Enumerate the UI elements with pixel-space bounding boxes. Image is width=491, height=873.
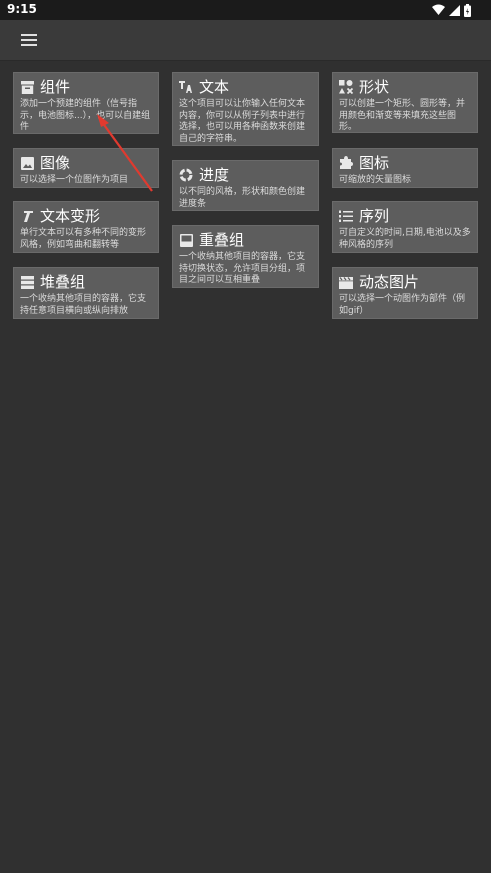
stack-icon	[20, 275, 34, 289]
menu-icon	[21, 34, 37, 36]
progress-icon	[179, 168, 193, 182]
card-desc: 可缩放的矢量图标	[339, 175, 412, 185]
card-progress[interactable]: 进度 以不同的风格，形状和颜色创建进度条	[172, 160, 319, 211]
card-desc: 一个收纳其他项目的容器，它支持任意项目横向或纵向排放	[20, 294, 147, 316]
text-icon	[179, 80, 193, 94]
card-desc: 可以创建一个矩形、圆形等，并用颜色和渐变等来填充这些图形。	[339, 99, 466, 132]
card-title: 文本	[199, 78, 230, 96]
puzzle-icon	[339, 156, 353, 170]
card-title: 动态图片	[359, 273, 420, 291]
status-icons	[432, 3, 471, 17]
menu-icon-bar	[21, 39, 37, 41]
card-desc: 一个收纳其他项目的容器，它支持切换状态，允许项目分组，项目之间可以互相重叠	[179, 252, 306, 285]
card-title: 堆叠组	[40, 273, 86, 291]
status-time: 9:15	[7, 2, 37, 16]
card-text[interactable]: 文本 这个项目可以让你输入任何文本内容，你可以从例子列表中进行选择，也可以用各种…	[172, 72, 319, 146]
status-bar: 9:15	[0, 0, 491, 20]
text-rotate-icon	[20, 209, 34, 223]
card-desc: 可自定义的时间,日期,电池以及多种风格的序列	[339, 228, 471, 250]
card-shape[interactable]: 形状 可以创建一个矩形、圆形等，并用颜色和渐变等来填充这些图形。	[332, 72, 478, 133]
card-title: 进度	[199, 166, 230, 184]
card-desc: 可以选择一个位图作为项目	[20, 175, 129, 185]
card-overlap[interactable]: 重叠组 一个收纳其他项目的容器，它支持切换状态，允许项目分组，项目之间可以互相重…	[172, 225, 319, 288]
image-icon	[20, 156, 34, 170]
card-title: 文本变形	[40, 207, 101, 225]
card-icon[interactable]: 图标 可缩放的矢量图标	[332, 148, 478, 188]
card-widget[interactable]: 组件 添加一个预建的组件（信号指示，电池图标...），也可以自建组件	[13, 72, 159, 134]
app-bar	[0, 20, 491, 61]
list-numbered-icon	[339, 209, 353, 223]
signal-icon	[449, 4, 460, 16]
card-title: 组件	[40, 78, 71, 96]
shapes-icon	[339, 80, 353, 94]
card-title: 图像	[40, 154, 71, 172]
card-stack[interactable]: 堆叠组 一个收纳其他项目的容器，它支持任意项目横向或纵向排放	[13, 267, 159, 319]
card-title: 重叠组	[199, 231, 245, 249]
battery-icon	[464, 3, 471, 17]
card-title: 图标	[359, 154, 390, 172]
card-gif[interactable]: 动态图片 可以选择一个动图作为部件（例如gif）	[332, 267, 478, 319]
menu-button[interactable]	[14, 28, 44, 50]
widget-icon	[20, 80, 34, 94]
card-desc: 添加一个预建的组件（信号指示，电池图标...），也可以自建组件	[20, 99, 151, 132]
card-text-transform[interactable]: 文本变形 单行文本可以有多种不同的变形风格，例如弯曲和翻转等	[13, 201, 159, 253]
card-image[interactable]: 图像 可以选择一个位图作为项目	[13, 148, 159, 188]
card-desc: 单行文本可以有多种不同的变形风格，例如弯曲和翻转等	[20, 228, 147, 250]
menu-icon-bar	[21, 44, 37, 46]
movie-clapper-icon	[339, 275, 353, 289]
wifi-icon	[432, 4, 445, 15]
card-title: 序列	[359, 207, 390, 225]
card-series[interactable]: 序列 可自定义的时间,日期,电池以及多种风格的序列	[332, 201, 478, 253]
card-desc: 以不同的风格，形状和颜色创建进度条	[179, 187, 306, 209]
card-desc: 这个项目可以让你输入任何文本内容，你可以从例子列表中进行选择，也可以用各种函数来…	[179, 99, 306, 144]
inbox-icon	[179, 233, 193, 247]
card-desc: 可以选择一个动图作为部件（例如gif）	[339, 294, 466, 316]
card-title: 形状	[359, 78, 390, 96]
